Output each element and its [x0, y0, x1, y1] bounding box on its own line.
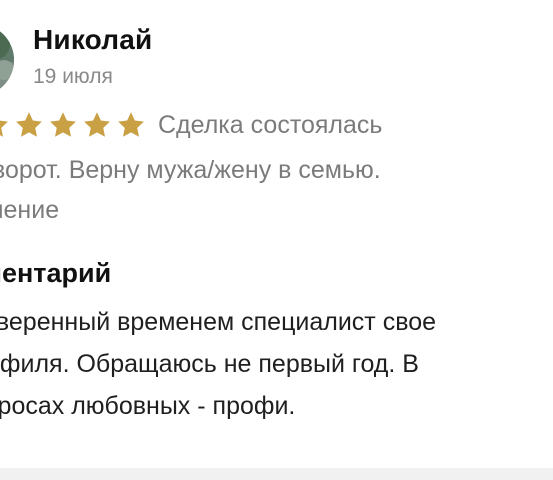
star-icon [0, 120, 8, 137]
review-date: 19 июля [33, 65, 113, 88]
star-icon [16, 112, 42, 137]
avatar[interactable] [0, 24, 14, 96]
comment-line: оверенный временем специалист свое [0, 308, 437, 336]
star-rating [0, 110, 146, 140]
divider [0, 468, 553, 480]
comment-line: офиля. Обращаюсь не первый год. В [0, 350, 419, 378]
deal-status: Сделка состоялась [158, 110, 383, 139]
star-icon [118, 112, 144, 137]
author-name[interactable]: Николай [33, 24, 152, 56]
service-title: иворот. Верну мужа/жену в семью. [0, 156, 381, 184]
avatar-photo [0, 24, 14, 96]
star-icon [84, 112, 110, 137]
rating-row: Сделка состоялась [0, 108, 382, 142]
review-card: Николай 19 июля Сделка состоялась иворот… [0, 0, 553, 480]
comment-heading: мментарий [0, 258, 112, 288]
comment-line: просах любовных - профи. [0, 392, 296, 420]
service-subtitle: учение [0, 196, 60, 224]
star-icon [50, 112, 76, 137]
